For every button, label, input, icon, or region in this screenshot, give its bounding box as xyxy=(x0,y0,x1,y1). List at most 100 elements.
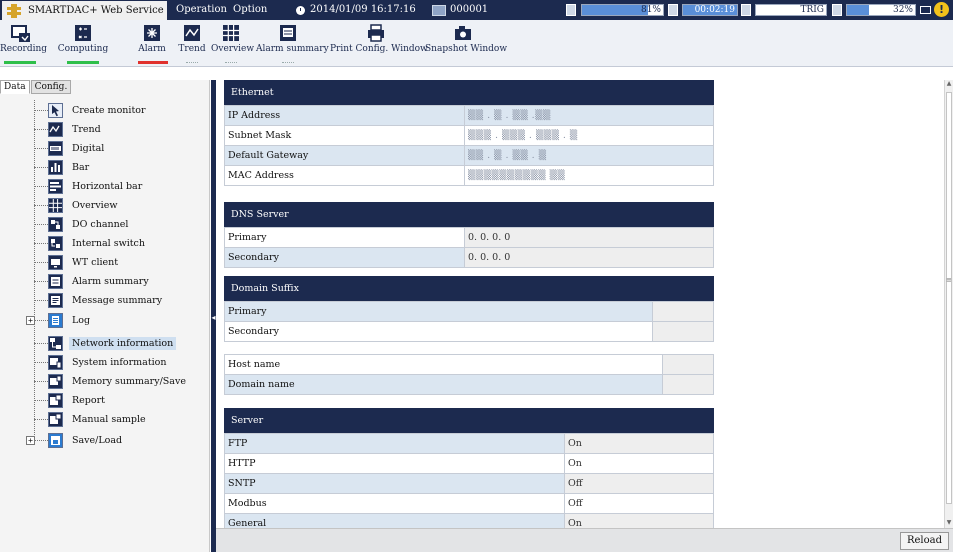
row-label: MAC Address xyxy=(224,165,465,186)
toolbar: Recording Computing Alarm Trend Overview xyxy=(0,20,953,67)
sidebar-item-label: Trend xyxy=(72,124,101,135)
row-value: ▒▒▒▒▒▒▒▒▒▒ ▒▒ xyxy=(464,165,714,186)
top-bar: SMARTDAC+ Web Service Operation Option 2… xyxy=(0,0,953,20)
overview-icon xyxy=(48,198,63,213)
sidebar-item-internal-switch[interactable]: Internal switch xyxy=(24,234,210,253)
print-config-window-button[interactable]: Print Config. Window xyxy=(330,20,428,66)
row-value: Off xyxy=(564,473,714,494)
timer-icon xyxy=(668,4,678,16)
sidebar-item-trend[interactable]: Trend xyxy=(24,120,210,139)
snapshot-window-label: Snapshot Window xyxy=(425,44,508,54)
sidebar-item-do-channel[interactable]: DO channel xyxy=(24,215,210,234)
serial-display: 000001 xyxy=(432,0,488,20)
row-value: 0. 0. 0. 0 xyxy=(464,227,714,248)
server-section: Server FTP On HTTP On SNTP Off Modbus Off Ge… xyxy=(224,408,714,534)
snapshot-window-button[interactable]: Snapshot Window xyxy=(425,20,508,66)
sidebar-item-report[interactable]: Report xyxy=(24,391,210,410)
mail-icon[interactable] xyxy=(920,6,931,14)
alarm-summary-label: Alarm summary xyxy=(256,44,329,54)
row-value: ▒▒ . ▒ . ▒▒ .▒▒ xyxy=(464,105,714,126)
sidebar-item-bar[interactable]: Bar xyxy=(24,158,210,177)
sidebar-item-label: Alarm summary xyxy=(72,276,149,287)
row-label: Modbus xyxy=(224,493,565,514)
serial-text: 000001 xyxy=(450,4,489,15)
memory-percent: 81% xyxy=(640,5,661,15)
manual-sample-icon xyxy=(48,412,63,427)
alarm-summary-button[interactable]: Alarm summary xyxy=(256,20,329,66)
tab-config[interactable]: Config. xyxy=(30,80,72,94)
app-tab[interactable]: SMARTDAC+ Web Service xyxy=(2,1,167,20)
storage-meter-fill xyxy=(847,5,869,15)
menu-operation[interactable]: Operation xyxy=(176,0,227,20)
recording-button[interactable]: Recording xyxy=(0,20,47,66)
sidebar-item-alarm-summary[interactable]: Alarm summary xyxy=(24,272,210,291)
wt-client-icon xyxy=(48,255,63,270)
section-title: DNS Server xyxy=(224,202,714,227)
scrollbar-thumb[interactable] xyxy=(946,92,952,504)
sidebar-item-log[interactable]: Log xyxy=(24,311,210,330)
sidebar-item-save-load[interactable]: Save/Load xyxy=(24,431,210,450)
do-channel-icon xyxy=(48,217,63,232)
table-row: Domain name xyxy=(224,374,714,395)
trend-icon xyxy=(182,24,202,43)
row-value xyxy=(662,354,714,375)
sidebar-item-create-monitor[interactable]: Create monitor xyxy=(24,101,210,120)
datetime-display: 2014/01/09 16:17:16 xyxy=(296,0,416,20)
vertical-scrollbar[interactable]: ▲ ▼ xyxy=(944,80,953,528)
sidebar-item-network-information[interactable]: Network information xyxy=(24,334,210,353)
sidebar-item-horizontal-bar[interactable]: Horizontal bar xyxy=(24,177,210,196)
table-row: Host name xyxy=(224,354,714,375)
clock-icon xyxy=(296,5,305,15)
sidebar-item-digital[interactable]: Digital xyxy=(24,139,210,158)
domain-suffix-section: Domain Suffix Primary Secondary xyxy=(224,276,714,342)
row-value: On xyxy=(564,453,714,474)
row-value xyxy=(652,301,714,322)
sidebar-item-memory-summary-save[interactable]: Memory summary/Save xyxy=(24,372,210,391)
camera-icon xyxy=(453,24,473,43)
sidebar-item-wt-client[interactable]: WT client xyxy=(24,253,210,272)
storage-icon xyxy=(832,4,842,16)
row-label: Secondary xyxy=(224,321,653,342)
sidebar-item-message-summary[interactable]: Message summary xyxy=(24,291,210,310)
alarm-summary-icon xyxy=(48,274,63,289)
table-row: HTTP On xyxy=(224,453,714,474)
app-logo-icon xyxy=(6,3,22,18)
alarm-icon xyxy=(142,24,162,43)
create-monitor-icon xyxy=(48,103,63,118)
memory-meter: 81% xyxy=(581,4,664,16)
app-title: SMARTDAC+ Web Service xyxy=(28,5,164,16)
sidebar-item-system-information[interactable]: System information xyxy=(24,353,210,372)
computing-indicator xyxy=(67,61,99,64)
warning-icon[interactable]: ! xyxy=(934,2,949,17)
recording-icon xyxy=(11,24,31,43)
sidebar-item-label: Internal switch xyxy=(72,238,145,249)
computing-button[interactable]: Computing xyxy=(46,20,120,66)
reload-button[interactable]: Reload xyxy=(899,532,949,550)
row-label: HTTP xyxy=(224,453,565,474)
sidebar-tabs: Data Config. xyxy=(0,80,72,94)
table-row: Subnet Mask ▒▒▒ . ▒▒▒ . ▒▒▒ . ▒ xyxy=(224,125,714,146)
sidebar-item-manual-sample[interactable]: Manual sample xyxy=(24,410,210,429)
scroll-down-icon[interactable]: ▼ xyxy=(945,519,953,528)
alarm-button[interactable]: Alarm xyxy=(133,20,171,66)
overview-button[interactable]: Overview xyxy=(211,20,254,66)
storage-percent: 32% xyxy=(892,5,913,15)
computing-icon xyxy=(73,24,93,43)
menu-option[interactable]: Option xyxy=(233,0,267,20)
row-label: Subnet Mask xyxy=(224,125,465,146)
trend-grip xyxy=(186,62,198,65)
row-label: Primary xyxy=(224,227,465,248)
tab-data[interactable]: Data xyxy=(0,80,30,94)
scrollbar-grip-icon: ≡ xyxy=(946,276,952,284)
sidebar-item-label: WT client xyxy=(72,257,119,268)
trend-button[interactable]: Trend xyxy=(174,20,210,66)
bar-icon xyxy=(48,160,63,175)
row-label: Host name xyxy=(224,354,663,375)
sidebar-item-label: System information xyxy=(72,357,167,368)
sidebar-item-overview[interactable]: Overview xyxy=(24,196,210,215)
sidebar-item-label: Digital xyxy=(72,143,105,154)
scroll-up-icon[interactable]: ▲ xyxy=(945,80,953,89)
row-value xyxy=(662,374,714,395)
memory-meter-fill xyxy=(582,5,648,15)
ethernet-section: Ethernet IP Address ▒▒ . ▒ . ▒▒ .▒▒ Subne… xyxy=(224,80,714,186)
